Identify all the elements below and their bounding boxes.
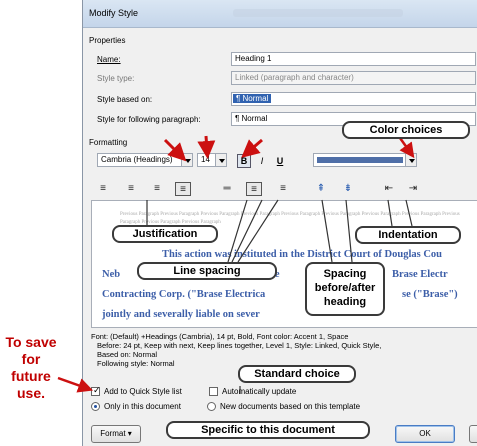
arrow-color — [398, 137, 415, 159]
line-before-after-1 — [321, 199, 333, 263]
callout-specific-document: Specific to this document — [166, 421, 370, 439]
arrow-side-note — [57, 376, 94, 393]
arrow-font — [163, 138, 187, 162]
line-indentation-1 — [387, 199, 393, 227]
annotated-screenshot: Modify Style Properties Name: Heading 1 … — [0, 0, 477, 446]
callout-standard-choice: Standard choice — [238, 365, 356, 383]
arrow-size — [197, 135, 216, 159]
line-before-after-2 — [345, 199, 353, 263]
callout-indentation: Indentation — [355, 226, 461, 244]
callout-spacing-before-after: Spacing before/after heading — [305, 262, 385, 316]
side-note: To save for future use. — [5, 334, 57, 401]
callout-justification: Justification — [112, 225, 218, 243]
callout-color-choices: Color choices — [342, 121, 470, 139]
callout-line-spacing: Line spacing — [137, 262, 277, 280]
arrow-bold — [241, 138, 263, 158]
line-indentation-2 — [405, 199, 413, 227]
